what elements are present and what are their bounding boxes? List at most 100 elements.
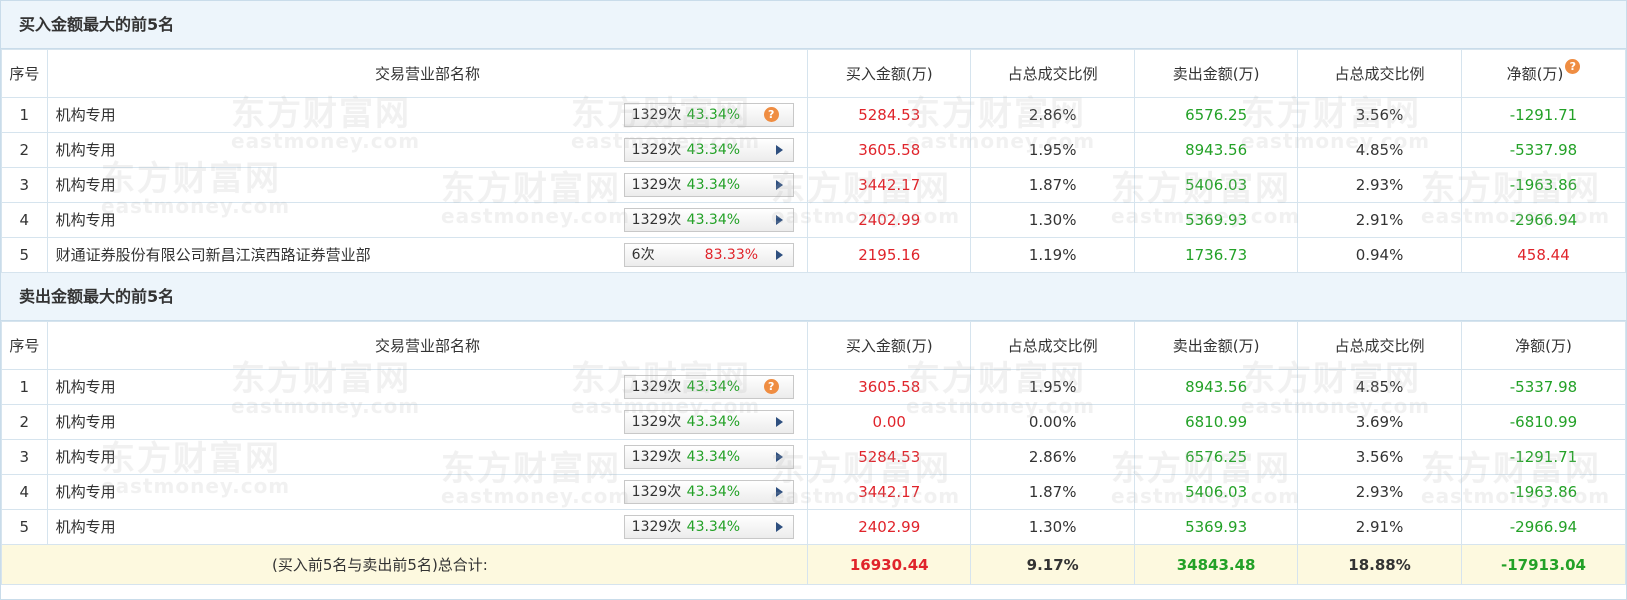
broker-win-rate: 43.34%: [686, 107, 741, 123]
broker-trade-count: 1329次: [631, 379, 682, 395]
row-index: 3: [1, 439, 48, 475]
broker-stats-badge[interactable]: 1329次 43.34%: [623, 410, 794, 434]
table-row: 1 机构专用 1329次 43.34%? 5284.53 2.86% 6576.25 3.56…: [1, 97, 1626, 133]
table-row: 4 机构专用 1329次 43.34% 3442.17 1.87% 5406.03 2.93%…: [1, 474, 1626, 510]
total-sell-amount: 34843.48: [1134, 544, 1299, 585]
broker-name[interactable]: 机构专用: [56, 481, 116, 502]
header-sell-amount: 卖出金额(万): [1134, 321, 1299, 370]
sell-ratio: 4.85%: [1297, 132, 1462, 168]
buy-amount: 0.00: [807, 404, 972, 440]
arrow-right-icon[interactable]: [775, 452, 783, 462]
total-sell-ratio: 18.88%: [1297, 544, 1462, 585]
lhb-tables: 买入金额最大的前5名 序号 交易营业部名称 买入金额(万) 占总成交比例 卖出金…: [0, 0, 1627, 600]
sell-ratio: 3.69%: [1297, 404, 1462, 440]
table-row: 3 机构专用 1329次 43.34% 3442.17 1.87% 5406.03 2.93%…: [1, 167, 1626, 203]
broker-name[interactable]: 机构专用: [56, 516, 116, 537]
total-label: (买入前5名与卖出前5名)总合计:: [0, 544, 809, 585]
broker-stats-badge[interactable]: 1329次 43.34%: [623, 173, 794, 197]
header-buy-amount: 买入金额(万): [807, 321, 972, 370]
question-icon[interactable]: ?: [1565, 59, 1581, 74]
arrow-right-icon[interactable]: [775, 215, 783, 225]
buy-ratio: 1.87%: [970, 474, 1136, 510]
sell-ratio: 3.56%: [1297, 439, 1462, 475]
broker-win-rate: 83.33%: [704, 247, 759, 263]
buy-ratio: 2.86%: [970, 97, 1136, 133]
buy-amount: 5284.53: [807, 97, 972, 133]
buy-amount: 3442.17: [807, 474, 972, 510]
broker-win-rate: 43.34%: [686, 414, 741, 430]
arrow-right-icon[interactable]: [775, 250, 783, 260]
table-row: 3 机构专用 1329次 43.34% 5284.53 2.86% 6576.25 3.56%…: [1, 439, 1626, 475]
header-broker-name: 交易营业部名称: [46, 49, 809, 98]
broker-name[interactable]: 机构专用: [56, 174, 116, 195]
broker-win-rate: 43.34%: [686, 484, 741, 500]
header-buy-ratio: 占总成交比例: [970, 321, 1136, 370]
sell-ratio: 4.85%: [1297, 369, 1462, 405]
row-index: 4: [1, 474, 48, 510]
sell-amount: 6810.99: [1134, 404, 1299, 440]
broker-stats-badge[interactable]: 1329次 43.34%: [623, 208, 794, 232]
question-icon[interactable]: ?: [763, 379, 779, 394]
total-body: (买入前5名与卖出前5名)总合计: 16930.44 9.17% 34843.4…: [0, 544, 1626, 585]
net-amount: -6810.99: [1461, 404, 1626, 440]
question-icon[interactable]: ?: [763, 107, 779, 122]
broker-stats-badge[interactable]: 1329次 43.34%: [623, 138, 794, 162]
header-sell-ratio: 占总成交比例: [1297, 321, 1462, 370]
buy-amount: 3442.17: [807, 167, 972, 203]
broker-win-rate: 43.34%: [686, 379, 741, 395]
header-buy-amount: 买入金额(万): [807, 49, 972, 98]
sell-amount: 6576.25: [1134, 439, 1299, 475]
arrow-right-icon[interactable]: [775, 145, 783, 155]
broker-name[interactable]: 机构专用: [56, 376, 116, 397]
broker-trade-count: 1329次: [631, 519, 682, 535]
net-amount: -1963.86: [1461, 167, 1626, 203]
arrow-right-icon[interactable]: [775, 522, 783, 532]
buy-amount: 2402.99: [807, 202, 972, 238]
buy-ratio: 1.95%: [970, 369, 1136, 405]
broker-stats-badge[interactable]: 1329次 43.34%: [623, 445, 794, 469]
broker-cell: 机构专用 1329次 43.34%?: [46, 97, 809, 133]
broker-cell: 机构专用 1329次 43.34%: [46, 167, 809, 203]
broker-name[interactable]: 机构专用: [56, 411, 116, 432]
row-index: 5: [1, 509, 48, 545]
row-index: 2: [1, 132, 48, 168]
arrow-right-icon[interactable]: [775, 180, 783, 190]
net-amount: -1963.86: [1461, 474, 1626, 510]
buy-ratio: 1.30%: [970, 509, 1136, 545]
broker-cell: 机构专用 1329次 43.34%: [46, 439, 809, 475]
broker-name[interactable]: 机构专用: [56, 139, 116, 160]
buy-amount: 3605.58: [807, 132, 972, 168]
total-buy-amount: 16930.44: [807, 544, 972, 585]
header-index: 序号: [1, 49, 48, 98]
header-broker-name: 交易营业部名称: [46, 321, 809, 370]
total-buy-ratio: 9.17%: [970, 544, 1136, 585]
sell-ratio: 3.56%: [1297, 97, 1462, 133]
broker-cell: 机构专用 1329次 43.34%: [46, 202, 809, 238]
broker-stats-badge[interactable]: 1329次 43.34%?: [623, 103, 794, 127]
buy-table-header: 序号 交易营业部名称 买入金额(万) 占总成交比例 卖出金额(万) 占总成交比例…: [1, 49, 1626, 98]
arrow-right-icon[interactable]: [775, 487, 783, 497]
header-sell-amount: 卖出金额(万): [1134, 49, 1299, 98]
broker-stats-badge[interactable]: 1329次 43.34%: [623, 480, 794, 504]
table-row: 5 机构专用 1329次 43.34% 2402.99 1.30% 5369.93 2.91%…: [1, 509, 1626, 545]
broker-cell: 机构专用 1329次 43.34%?: [46, 369, 809, 405]
broker-cell: 机构专用 1329次 43.34%: [46, 404, 809, 440]
broker-stats-badge[interactable]: 6次 83.33%: [623, 243, 794, 267]
broker-trade-count: 1329次: [631, 107, 682, 123]
broker-name[interactable]: 机构专用: [56, 446, 116, 467]
arrow-right-icon[interactable]: [775, 417, 783, 427]
buy-table: 序号 交易营业部名称 买入金额(万) 占总成交比例 卖出金额(万) 占总成交比例…: [1, 49, 1626, 273]
broker-name[interactable]: 财通证券股份有限公司新昌江滨西路证券营业部: [56, 244, 371, 265]
net-amount: 458.44: [1461, 237, 1626, 273]
broker-trade-count: 1329次: [631, 142, 682, 158]
sell-table: 序号 交易营业部名称 买入金额(万) 占总成交比例 卖出金额(万) 占总成交比例…: [0, 321, 1626, 585]
buy-amount: 2195.16: [807, 237, 972, 273]
broker-stats-badge[interactable]: 1329次 43.34%?: [623, 375, 794, 399]
broker-trade-count: 1329次: [631, 449, 682, 465]
broker-cell: 机构专用 1329次 43.34%: [46, 509, 809, 545]
broker-name[interactable]: 机构专用: [56, 209, 116, 230]
broker-name[interactable]: 机构专用: [56, 104, 116, 125]
header-net-amount: 净额(万)?: [1461, 49, 1626, 98]
broker-stats-badge[interactable]: 1329次 43.34%: [623, 515, 794, 539]
net-amount: -5337.98: [1461, 132, 1626, 168]
